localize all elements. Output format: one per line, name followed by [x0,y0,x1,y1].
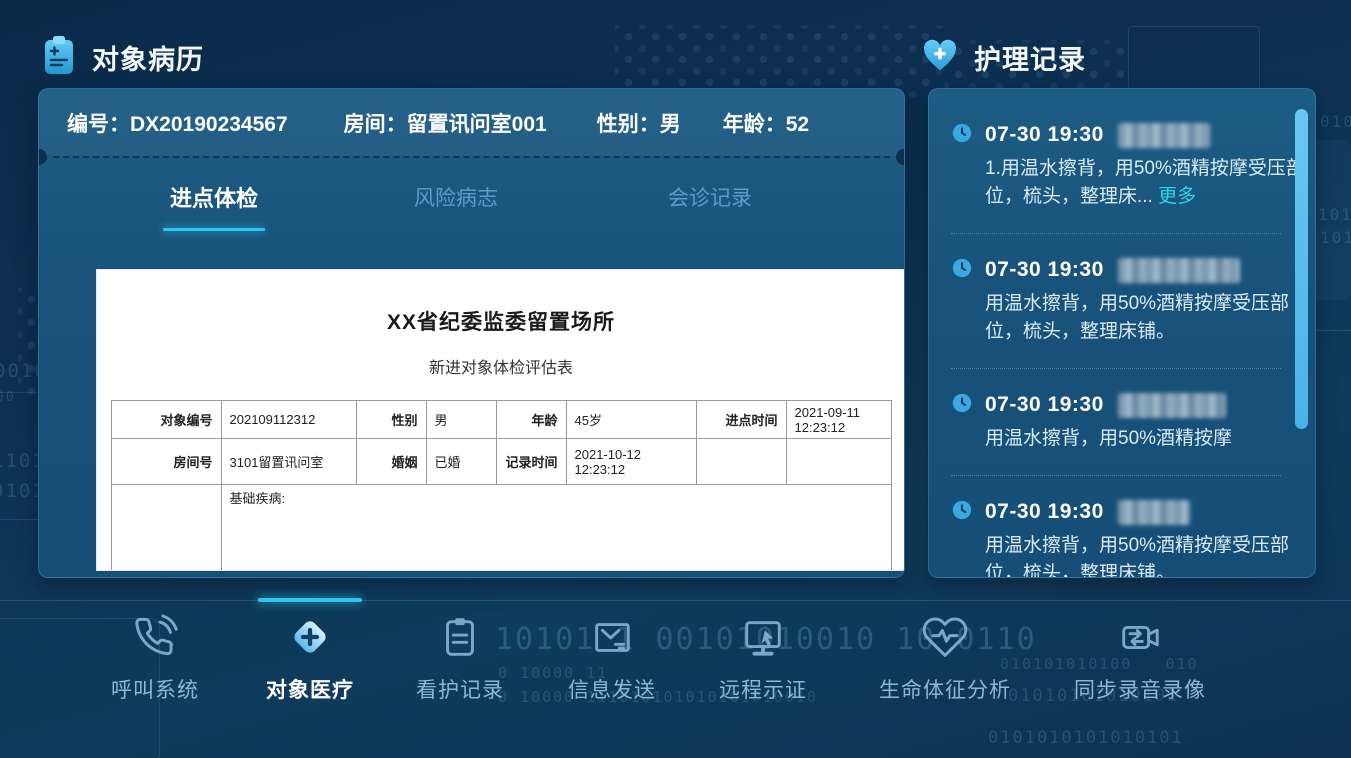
nursing-records-list: 07-30 19:30 1.用温水擦背，用50%酒精按摩受压部位，梳头，整理床.… [929,89,1291,578]
exam-table: 对象编号 202109112312 性别 男 年龄 45岁 进点时间 2021-… [111,400,892,571]
patient-age-field: 年龄：52 [723,108,809,138]
nursing-record-item: 07-30 19:30 用温水擦背，用50%酒精按摩受压部位，梳头，整理床铺。 [951,256,1291,346]
nursing-record-item: 07-30 19:30 用温水擦背，用50%酒精按摩受压部位，梳头，整理床铺。 [951,498,1291,578]
record-time: 07-30 19:30 [985,393,1104,417]
cell-label: 对象编号 [111,401,221,439]
app-root: 10101 1 00101010010 10 0110 0 10000 11 0… [0,0,1351,758]
tab-entry-physical-exam[interactable]: 进点体检 [163,184,265,214]
binary-decoration: 101 [1320,228,1351,247]
record-text: 用温水擦背，用50%酒精按摩 [985,425,1307,453]
redacted-name [1118,500,1190,525]
record-time: 07-30 19:30 [985,500,1104,524]
dashed-divider [53,156,890,158]
nav-label: 看护记录 [416,674,504,704]
clock-icon [951,257,973,284]
clock-icon [951,499,973,526]
video-sync-icon [1117,608,1163,666]
scrollbar-thumb[interactable] [1295,109,1308,429]
cell-value: 2021-10-12 12:23:12 [566,439,696,485]
tab-risk-record[interactable]: 风险病志 [405,184,507,214]
nursing-records-card: 07-30 19:30 1.用温水擦背，用50%酒精按摩受压部位，梳头，整理床.… [928,88,1316,578]
cell-value: 男 [426,401,496,439]
cell-value: 45岁 [566,401,696,439]
table-row: 房间号 3101留置讯问室 婚姻 已婚 记录时间 2021-10-12 12:2… [111,439,891,485]
cell-value: 2021-09-11 12:23:12 [786,401,891,439]
background-line-decoration [1316,330,1351,331]
heart-plus-icon [922,39,958,77]
cell-label: 房间号 [111,439,221,485]
record-text: 用温水擦背，用50%酒精按摩受压部位，梳头，整理床铺。 [985,290,1307,346]
redacted-name [1118,123,1210,148]
more-link[interactable]: 更多 [1158,186,1196,207]
card-notch [896,149,905,165]
nav-label: 同步录音录像 [1074,674,1206,704]
record-time: 07-30 19:30 [985,258,1104,282]
clipboard-medical-icon [42,34,76,81]
nav-item-vital-signs-analysis[interactable]: 生命体征分析 [835,608,1055,704]
clipboard-icon [437,608,483,666]
cell-value [786,439,891,485]
medical-record-card: 编号：DX20190234567 房间：留置讯问室001 性别：男 年龄：52 … [38,88,905,578]
record-separator [951,475,1281,476]
record-text: 1.用温水擦背，用50%酒精按摩受压部位，梳头，整理床... 更多 [985,155,1307,211]
clock-icon [951,392,973,419]
cell-value: 3101留置讯问室 [221,439,356,485]
medical-record-header: 对象病历 [42,34,204,81]
patient-gender-field: 性别：男 [597,108,681,138]
patient-room-field: 房间：留置讯问室001 [344,108,547,138]
cell-label: 记录时间 [496,439,566,485]
nursing-record-item: 07-30 19:30 用温水擦背，用50%酒精按摩 [951,391,1291,453]
nav-item-sync-av-recording[interactable]: 同步录音录像 [1030,608,1250,704]
cell-label [696,439,786,485]
record-separator [951,368,1281,369]
binary-decoration: 010 [1320,112,1351,131]
exam-document: XX省纪委监委留置场所 新进对象体检评估表 对象编号 202109112312 … [96,269,905,571]
table-row: 基础疾病: 手术外伤史: [111,485,891,572]
left-panel-title: 对象病历 [92,38,204,77]
right-panel-title: 护理记录 [974,38,1086,77]
patient-id-field: 编号：DX20190234567 [67,108,288,138]
medical-cross-diamond-icon [282,608,338,666]
tab-consultation-record[interactable]: 会诊记录 [659,184,761,214]
document-subtitle: 新进对象体检评估表 [97,354,905,378]
nav-label: 生命体征分析 [879,674,1011,704]
remote-monitor-icon [740,608,786,666]
cell-value: 202109112312 [221,401,356,439]
phone-call-icon [131,608,179,666]
nav-label: 呼叫系统 [111,674,199,704]
detail-label: 手术外伤史: [230,567,883,571]
nav-label: 信息发送 [568,674,656,704]
message-send-icon [589,608,635,666]
record-time: 07-30 19:30 [985,123,1104,147]
nav-label: 对象医疗 [266,674,354,704]
binary-decoration: 1010 [1318,205,1351,224]
cell-empty [111,485,221,572]
cell-label: 婚姻 [356,439,426,485]
nav-label: 远程示证 [719,674,807,704]
dot-grid-decoration [615,25,945,97]
binary-decoration: 0101010101010101 [988,728,1184,748]
cell-label: 进点时间 [696,401,786,439]
table-row: 对象编号 202109112312 性别 男 年龄 45岁 进点时间 2021-… [111,401,891,439]
cell-detail: 基础疾病: 手术外伤史: [221,485,891,572]
cell-label: 性别 [356,401,426,439]
nav-active-indicator [258,598,362,602]
record-separator [951,233,1281,234]
nav-divider [0,600,1351,601]
detail-label: 基础疾病: [230,488,883,507]
redacted-name [1118,258,1240,283]
record-text: 用温水擦背，用50%酒精按摩受压部位，梳头，整理床铺。 [985,532,1307,578]
cell-value: 已婚 [426,439,496,485]
active-tab-underline [163,228,265,231]
nursing-record-item: 07-30 19:30 1.用温水擦背，用50%酒精按摩受压部位，梳头，整理床.… [951,121,1291,211]
clock-icon [951,122,973,149]
nursing-record-header: 护理记录 [922,38,1086,77]
redacted-name [1118,393,1226,418]
patient-info-fields: 编号：DX20190234567 房间：留置讯问室001 性别：男 年龄：52 [67,108,809,138]
cell-label: 年龄 [496,401,566,439]
vitals-heart-icon [921,608,969,666]
document-title: XX省纪委监委留置场所 [97,306,905,336]
